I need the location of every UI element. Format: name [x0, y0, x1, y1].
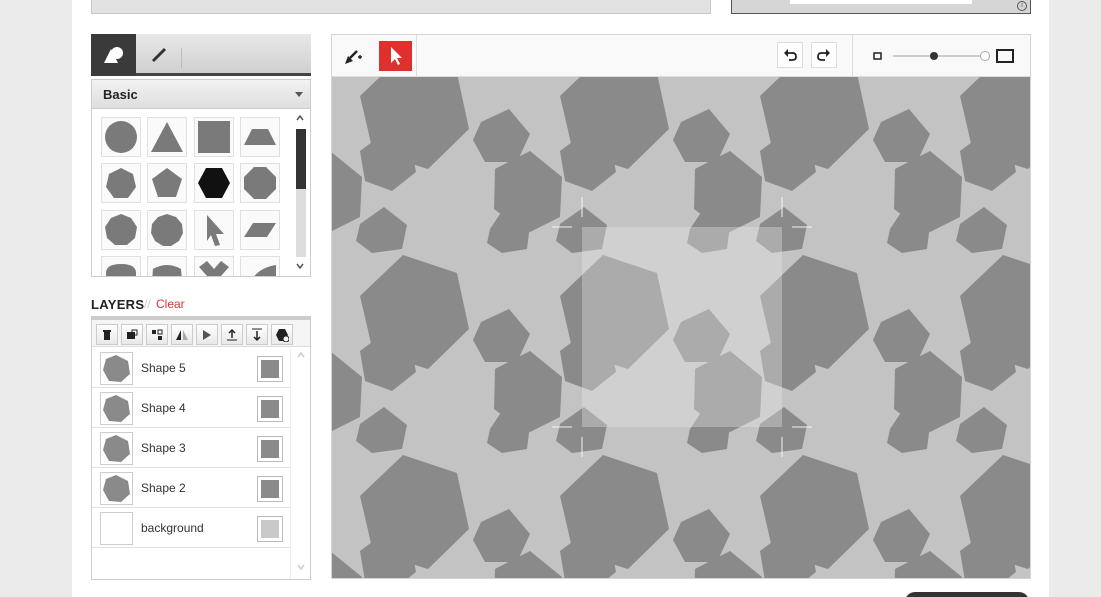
layer-color-swatch[interactable]	[257, 356, 283, 382]
pencil-icon	[151, 47, 166, 63]
undo-icon	[784, 49, 797, 61]
layers-title: LAYERS	[91, 297, 145, 312]
nonagon-icon[interactable]	[101, 210, 141, 250]
layer-thumbnail	[100, 472, 133, 505]
chevron-down-icon[interactable]	[297, 564, 305, 570]
chevron-down-icon	[295, 92, 303, 97]
shape-category-select[interactable]: Basic	[91, 79, 311, 109]
x-shape-icon[interactable]	[194, 256, 234, 276]
shape-grid-scrollbar[interactable]	[294, 113, 306, 273]
curve-shape-icon[interactable]	[240, 256, 280, 276]
layer-row[interactable]: Shape 2	[92, 468, 291, 508]
layer-row[interactable]: Shape 4	[92, 388, 291, 428]
parallelogram-icon[interactable]	[240, 210, 280, 250]
layer-row[interactable]: background	[92, 508, 291, 548]
circle-icon[interactable]	[101, 117, 141, 157]
top-text-input[interactable]	[91, 0, 711, 14]
shape-panel: Basic	[91, 34, 311, 277]
heptagon-icon[interactable]	[101, 163, 141, 203]
bring-to-front-icon[interactable]	[221, 324, 243, 345]
pen-add-icon	[344, 50, 362, 64]
selection-tile[interactable]	[582, 227, 782, 427]
layer-name: Shape 5	[141, 361, 186, 375]
layers-separator: //	[144, 297, 151, 311]
layer-toolbar	[92, 317, 310, 347]
redo-button[interactable]	[811, 42, 837, 68]
layer-name: background	[141, 521, 204, 535]
shapes-icon	[103, 47, 123, 63]
pattern-canvas[interactable]	[332, 77, 1030, 578]
octagon-icon[interactable]	[240, 163, 280, 203]
toolbar-divider	[852, 35, 853, 77]
large-frame-icon[interactable]	[996, 49, 1014, 63]
shape-category-label: Basic	[103, 87, 138, 102]
layers-scrollbar[interactable]	[290, 348, 310, 579]
duplicate-icon[interactable]	[121, 324, 143, 345]
tab-divider	[181, 48, 182, 68]
decagon-icon[interactable]	[147, 210, 187, 250]
redo-icon	[817, 49, 830, 61]
triangle-icon[interactable]	[147, 117, 187, 157]
tab-draw[interactable]	[136, 34, 181, 76]
panel-tabs	[91, 34, 311, 76]
layer-name: Shape 3	[141, 441, 186, 455]
top-field[interactable]: i	[731, 0, 1031, 14]
pentagon-icon[interactable]	[147, 163, 187, 203]
layer-name: Shape 2	[141, 481, 186, 495]
hexagon-icon[interactable]	[194, 163, 234, 203]
zoom-slider-handle[interactable]	[929, 52, 938, 60]
chevron-up-icon[interactable]	[296, 115, 304, 121]
zoom-slider-track[interactable]	[893, 55, 983, 57]
layers-header: LAYERS // Clear	[91, 295, 311, 313]
pen-add-tool[interactable]	[336, 41, 369, 71]
bottom-action-button[interactable]	[905, 592, 1029, 597]
group-icon[interactable]	[146, 324, 168, 345]
square-icon[interactable]	[194, 117, 234, 157]
layer-list: Shape 5 Shape 4 Shape 3 Shape 2 backgrou…	[92, 348, 291, 548]
layer-thumbnail	[100, 352, 133, 385]
layer-row[interactable]: Shape 5	[92, 348, 291, 388]
small-frame-icon[interactable]	[873, 52, 882, 60]
toolbar-divider	[416, 35, 417, 77]
pattern-editor	[331, 34, 1031, 579]
editor-toolbar	[332, 35, 1030, 77]
layer-color-swatch[interactable]	[257, 396, 283, 422]
layer-color-swatch[interactable]	[257, 516, 283, 542]
rounded-shape-2-icon[interactable]	[147, 256, 187, 276]
undo-button[interactable]	[777, 42, 803, 68]
delete-icon[interactable]	[96, 324, 118, 345]
select-tool[interactable]	[379, 41, 412, 71]
layer-thumbnail	[100, 432, 133, 465]
select-arrow-icon	[390, 47, 402, 65]
add-shape-layer-icon[interactable]	[271, 324, 293, 345]
layers-panel: Shape 5 Shape 4 Shape 3 Shape 2 backgrou…	[91, 316, 311, 580]
clear-layers-link[interactable]: Clear	[156, 297, 185, 311]
chevron-up-icon[interactable]	[297, 352, 305, 358]
layer-color-swatch[interactable]	[257, 436, 283, 462]
shape-grid	[91, 109, 311, 277]
layer-row[interactable]: Shape 3	[92, 428, 291, 468]
rounded-shape-icon[interactable]	[101, 256, 141, 276]
arrow-cursor-icon[interactable]	[194, 210, 234, 250]
layer-name: Shape 4	[141, 401, 186, 415]
scroll-thumb[interactable]	[296, 129, 306, 189]
flip-horizontal-icon[interactable]	[171, 324, 193, 345]
layer-thumbnail	[100, 392, 133, 425]
pattern-preview[interactable]	[332, 77, 1030, 578]
send-to-back-icon[interactable]	[246, 324, 268, 345]
info-icon[interactable]: i	[1017, 1, 1027, 11]
flip-vertical-icon[interactable]	[196, 324, 218, 345]
layer-thumbnail	[100, 512, 133, 545]
chevron-down-icon[interactable]	[296, 263, 304, 269]
top-field-inner	[790, 0, 972, 4]
layer-color-swatch[interactable]	[257, 476, 283, 502]
zoom-slider-end	[980, 51, 990, 61]
trapezoid-icon[interactable]	[240, 117, 280, 157]
tab-shapes[interactable]	[91, 34, 136, 76]
